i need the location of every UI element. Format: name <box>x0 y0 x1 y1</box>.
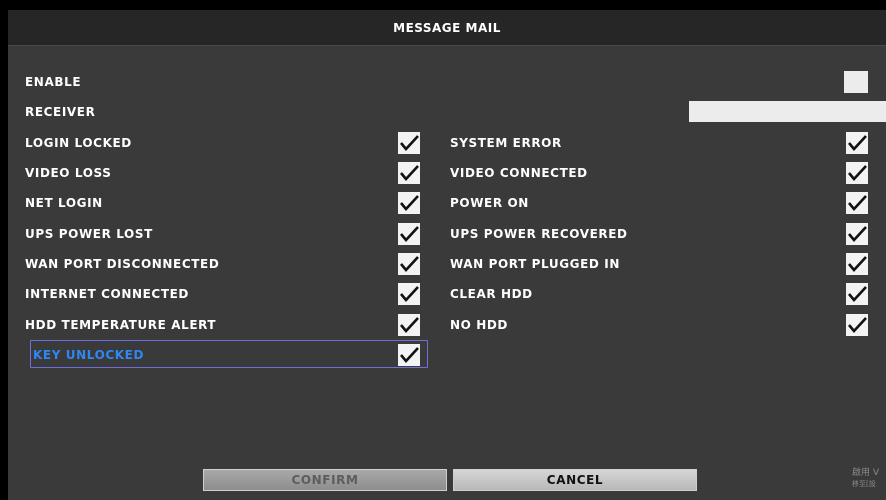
event-label-wan-port-disconnected: WAN PORT DISCONNECTED <box>25 257 220 271</box>
event-label-login-locked: LOGIN LOCKED <box>25 136 132 150</box>
checkbox-no-hdd[interactable] <box>846 314 868 336</box>
event-label-video-connected: VIDEO CONNECTED <box>450 166 588 180</box>
checkmark-icon <box>848 195 867 211</box>
checkbox-wan-port-plugged-in[interactable] <box>846 253 868 275</box>
checkbox-key-unlocked[interactable] <box>398 344 420 366</box>
checkbox-internet-connected[interactable] <box>398 283 420 305</box>
checkbox-video-connected[interactable] <box>846 162 868 184</box>
confirm-button[interactable]: CONFIRM <box>203 469 447 491</box>
checkmark-icon <box>848 135 867 151</box>
event-label-ups-power-recovered: UPS POWER RECOVERED <box>450 227 628 241</box>
checkmark-icon <box>848 256 867 272</box>
checkbox-hdd-temperature-alert[interactable] <box>398 314 420 336</box>
checkmark-icon <box>400 256 419 272</box>
receiver-label: RECEIVER <box>25 105 96 119</box>
checkmark-icon <box>400 347 419 363</box>
checkbox-wan-port-disconnected[interactable] <box>398 253 420 275</box>
checkmark-icon <box>400 317 419 333</box>
event-label-no-hdd: NO HDD <box>450 318 508 332</box>
event-label-power-on: POWER ON <box>450 196 529 210</box>
checkmark-icon <box>400 165 419 181</box>
checkbox-login-locked[interactable] <box>398 132 420 154</box>
checkbox-system-error[interactable] <box>846 132 868 154</box>
checkbox-ups-power-recovered[interactable] <box>846 223 868 245</box>
event-label-hdd-temperature-alert: HDD TEMPERATURE ALERT <box>25 318 217 332</box>
event-label-video-loss: VIDEO LOSS <box>25 166 112 180</box>
event-label-clear-hdd: CLEAR HDD <box>450 287 533 301</box>
event-label-net-login: NET LOGIN <box>25 196 103 210</box>
watermark-line-1: 啟用 V <box>852 468 880 478</box>
event-label-wan-port-plugged-in: WAN PORT PLUGGED IN <box>450 257 620 271</box>
event-label-system-error: SYSTEM ERROR <box>450 136 562 150</box>
event-label-internet-connected: INTERNET CONNECTED <box>25 287 189 301</box>
checkmark-icon <box>400 195 419 211</box>
receiver-input[interactable] <box>689 101 886 122</box>
checkmark-icon <box>848 226 867 242</box>
checkbox-power-on[interactable] <box>846 192 868 214</box>
checkmark-icon <box>848 165 867 181</box>
checkbox-video-loss[interactable] <box>398 162 420 184</box>
checkbox-ups-power-lost[interactable] <box>398 223 420 245</box>
event-label-key-unlocked: KEY UNLOCKED <box>33 348 145 362</box>
checkbox-net-login[interactable] <box>398 192 420 214</box>
cancel-button[interactable]: CANCEL <box>453 469 697 491</box>
activation-watermark: 啟用 V 移至[設 <box>852 468 879 490</box>
dialog-titlebar: MESSAGE MAIL <box>8 10 886 46</box>
message-mail-dialog: MESSAGE MAIL ENABLE RECEIVER LOGIN LOCKE… <box>8 10 886 500</box>
event-label-ups-power-lost: UPS POWER LOST <box>25 227 153 241</box>
checkmark-icon <box>400 135 419 151</box>
watermark-line-2: 移至[設 <box>852 480 876 488</box>
checkmark-icon <box>848 286 867 302</box>
enable-checkbox[interactable] <box>844 71 868 93</box>
dialog-title: MESSAGE MAIL <box>393 20 501 35</box>
checkmark-icon <box>400 226 419 242</box>
enable-label: ENABLE <box>25 75 82 89</box>
checkmark-icon <box>848 317 867 333</box>
checkbox-clear-hdd[interactable] <box>846 283 868 305</box>
checkmark-icon <box>400 286 419 302</box>
